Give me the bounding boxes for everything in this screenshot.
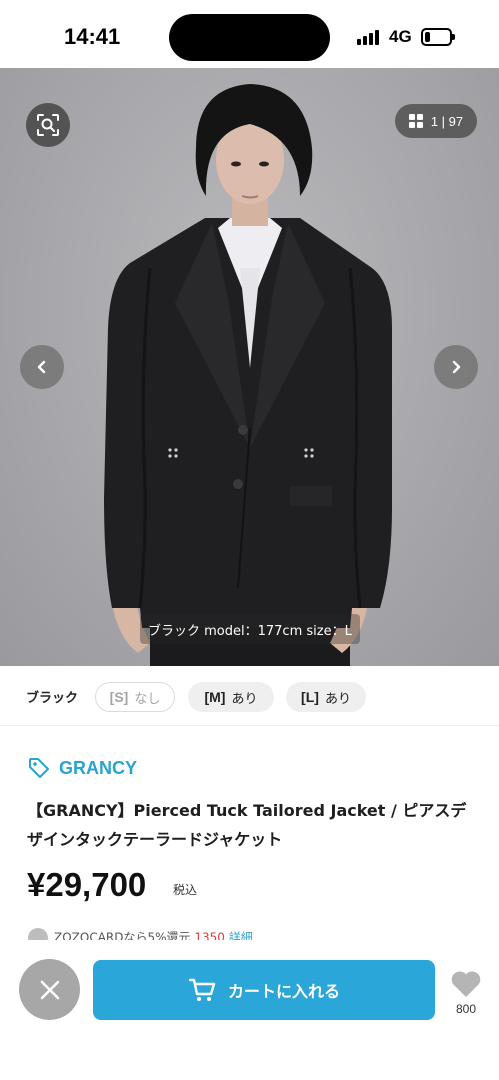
size-label: [L] (301, 689, 319, 705)
color-name: ブラック (26, 691, 79, 706)
image-counter[interactable]: 1 | 97 (395, 104, 477, 138)
add-to-cart-label: カートに入れる (227, 982, 340, 1001)
chevron-right-icon (452, 360, 461, 374)
network-type: 4G (389, 27, 412, 46)
tag-icon (29, 758, 49, 778)
image-caption: ブラック model：177cm size：L (140, 614, 360, 644)
signal-icon (357, 29, 383, 45)
battery-icon (421, 28, 455, 46)
add-to-cart-button[interactable]: カートに入れる (93, 960, 435, 1020)
visual-search-button[interactable] (26, 103, 70, 147)
brand-link[interactable]: GRANCY (27, 756, 137, 780)
product-image-gallery[interactable]: 1 | 97 ブラック model：177cm size：L (0, 68, 499, 666)
size-chip-l[interactable]: [L] あり (286, 682, 366, 712)
dynamic-island (169, 14, 330, 61)
stock-status: なし (134, 691, 161, 707)
previous-image-button[interactable] (20, 345, 64, 389)
status-time: 14:41 (64, 24, 121, 49)
grid-icon (408, 114, 423, 128)
status-bar: 14:41 4G (0, 0, 499, 68)
favorite-button[interactable]: 800 (446, 970, 486, 1016)
battery-level (425, 32, 430, 42)
brand-name: GRANCY (59, 757, 138, 778)
cart-icon (188, 978, 216, 1001)
product-title: 【GRANCY】Pierced Tuck Tailored Jacket / ピ… (27, 801, 467, 849)
close-button[interactable] (19, 959, 80, 1020)
product-price: ¥29,700 (27, 866, 147, 903)
close-icon (40, 980, 59, 999)
image-search-icon (37, 114, 59, 136)
stock-status: あり (324, 691, 351, 707)
heart-icon (451, 971, 481, 997)
size-label: [M] (204, 689, 226, 705)
favorite-count: 800 (455, 1002, 477, 1016)
size-stock-row: ブラック [S] なし [M] あり [L] あり (0, 666, 499, 726)
product-photo (104, 84, 392, 666)
size-chip-s[interactable]: [S] なし (95, 682, 175, 712)
bottom-action-bar: カートに入れる 800 (0, 940, 499, 1080)
stock-status: あり (231, 691, 258, 707)
tax-label: 税込 (173, 883, 198, 897)
next-image-button[interactable] (434, 345, 478, 389)
size-chip-m[interactable]: [M] あり (188, 682, 274, 712)
image-counter-text: 1 | 97 (430, 113, 464, 129)
size-label: [S] (109, 689, 129, 705)
chevron-left-icon (37, 360, 46, 374)
